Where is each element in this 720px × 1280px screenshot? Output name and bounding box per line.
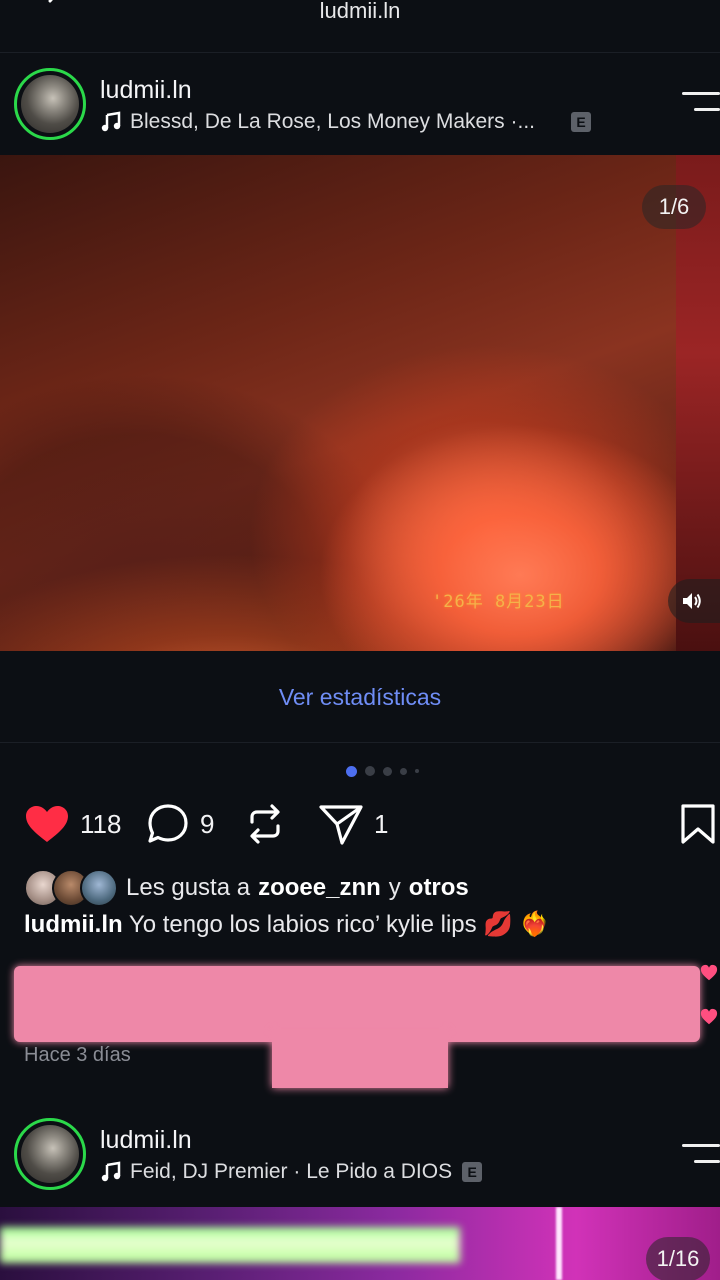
next-image-peek (676, 155, 720, 651)
menu-icon[interactable] (682, 92, 720, 118)
post-caption: ludmii.ln Yo tengo los labios rico’ kyli… (24, 910, 550, 939)
repost-icon (250, 804, 280, 844)
liked-by-and: y (388, 874, 401, 901)
save-button[interactable] (680, 800, 716, 848)
like-count: 118 (80, 808, 122, 839)
image-counter: 1/16 (646, 1237, 710, 1280)
carousel-dots (346, 764, 419, 778)
bookmark-icon (681, 804, 715, 844)
music-info[interactable]: Blessd, De La Rose, Los Money Makers ·..… (100, 110, 591, 134)
music-note-icon (101, 111, 121, 132)
image-counter: 1/6 (642, 185, 706, 229)
post-header: ludmii.ln Blessd, De La Rose, Los Money … (0, 56, 720, 156)
liked-by-user[interactable]: zooee_znn (258, 874, 381, 902)
music-label: Blessd, De La Rose, Los Money Makers ·..… (130, 110, 535, 133)
avatar[interactable] (14, 68, 86, 140)
share-count: 1 (374, 808, 389, 839)
menu-icon[interactable] (682, 1144, 720, 1170)
like-button[interactable]: 118 (24, 800, 121, 848)
action-bar: 118 9 1 (0, 800, 720, 848)
stats-row: Ver estadísticas (0, 652, 720, 743)
share-button[interactable]: 1 (318, 800, 388, 848)
speaker-icon (683, 593, 701, 609)
post-image[interactable]: 1/16 (0, 1207, 720, 1280)
liked-by-prefix: Les gusta a (126, 874, 251, 901)
comment-icon (148, 804, 188, 843)
post-header: ludmii.ln Feid, DJ Premier · Le Pido a D… (0, 1106, 720, 1206)
page-title: ludmii.ln (319, 0, 401, 23)
avatar[interactable] (14, 1118, 86, 1190)
redacted-comment (272, 1030, 448, 1088)
repost-button[interactable] (244, 800, 286, 848)
music-info[interactable]: Feid, DJ Premier · Le Pido a DIOS E (100, 1160, 483, 1184)
view-stats-link[interactable]: Ver estadísticas (279, 684, 441, 711)
post-image[interactable]: 1/6 '26年 8月23日 (0, 155, 720, 651)
caption-username[interactable]: ludmii.ln (24, 911, 123, 938)
post-username[interactable]: ludmii.ln (100, 1126, 192, 1155)
post-username[interactable]: ludmii.ln (100, 76, 192, 105)
liked-by-row[interactable]: Les gusta a zooee_znn y otros (24, 868, 477, 908)
explicit-badge: E (462, 1162, 483, 1182)
comment-button[interactable]: 9 (146, 800, 214, 848)
send-icon (319, 805, 363, 845)
caption-text: Yo tengo los labios rico’ kylie lips 💋 ❤… (128, 911, 550, 938)
heart-icon (26, 806, 68, 842)
liked-by-others[interactable]: otros (409, 874, 469, 902)
volume-button[interactable] (668, 579, 720, 623)
heart-icon[interactable] (700, 964, 718, 982)
date-stamp: '26年 8月23日 (432, 592, 565, 612)
explicit-badge: E (571, 112, 591, 132)
heart-icon[interactable] (700, 1008, 718, 1026)
music-label: Feid, DJ Premier · Le Pido a DIOS (130, 1160, 453, 1183)
post-timestamp: Hace 3 días (24, 1044, 131, 1066)
avatar (80, 869, 118, 907)
top-bar: ludmii.ln (0, 0, 720, 53)
music-note-icon (101, 1161, 121, 1182)
comment-count: 9 (200, 808, 215, 839)
liker-avatars (24, 869, 120, 907)
